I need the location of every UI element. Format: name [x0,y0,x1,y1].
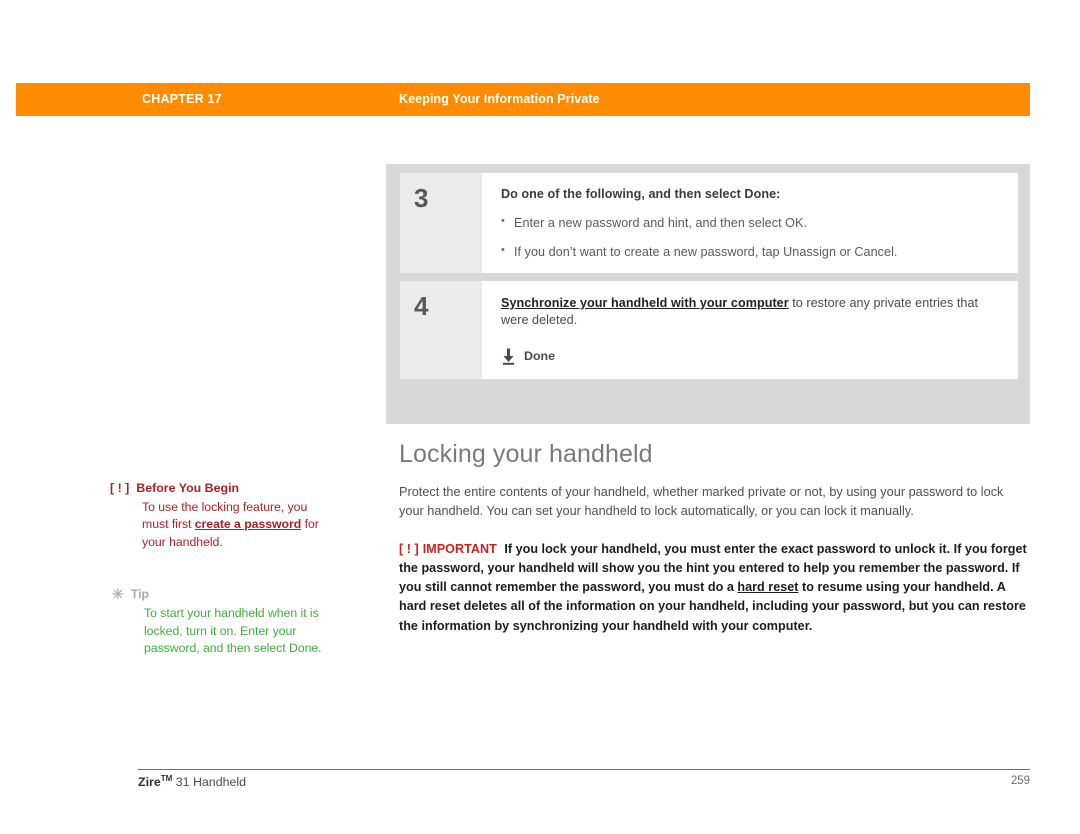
procedure-steps-panel: 3 Do one of the following, and then sele… [386,164,1030,424]
tip-note: ✳ Tip To start your handheld when it is … [112,586,327,658]
note-header: ✳ Tip [112,586,327,603]
done-marker: Done [501,348,1000,365]
step-number: 4 [400,281,482,379]
note-header: [ ! ] Before You Begin [110,480,325,497]
step-bullet-list: Enter a new password and hint, and then … [501,215,1000,259]
hard-reset-link[interactable]: hard reset [737,580,798,594]
intro-paragraph: Protect the entire contents of your hand… [399,485,1004,519]
step-row: 3 Do one of the following, and then sele… [400,173,1018,273]
step-paragraph: Synchronize your handheld with your comp… [501,295,1000,330]
important-tag-label: IMPORTANT [422,541,497,556]
warning-bracket-icon: [ ! ] [110,481,130,495]
step-content: Synchronize your handheld with your comp… [482,281,1018,379]
chapter-title: Keeping Your Information Private [399,92,600,106]
step-row: 4 Synchronize your handheld with your co… [400,281,1018,379]
sync-handheld-link[interactable]: Synchronize your handheld with your comp… [501,296,789,310]
note-title: Before You Begin [136,481,240,495]
note-body: To use the locking feature, you must fir… [110,499,325,552]
note-body: To start your handheld when it is locked… [144,605,322,656]
footer-divider [138,769,1030,770]
list-item: Enter a new password and hint, and then … [501,215,1000,230]
page-title: Locking your handheld [399,440,653,468]
important-marker-icon: [ ! ] [399,541,419,556]
chapter-header-bar: CHAPTER 17 Keeping Your Information Priv… [16,83,1030,116]
download-arrow-icon [501,348,516,365]
step-content: Do one of the following, and then select… [482,173,1018,273]
create-password-link[interactable]: create a password [195,517,302,531]
step-number: 3 [400,173,482,273]
before-you-begin-note: [ ! ] Before You Begin To use the lockin… [110,480,325,552]
note-title: Tip [130,587,150,601]
chapter-label: CHAPTER 17 [142,92,222,106]
main-content-column: Locking your handheld Protect the entire… [399,440,1029,636]
important-callout: [ ! ] IMPORTANT If you lock your handheld… [399,540,1029,636]
list-item: If you don’t want to create a new passwo… [501,244,1000,259]
page-number: 259 [1010,775,1030,787]
asterisk-icon: ✳ [112,586,124,602]
done-label: Done [524,349,555,364]
step-lead-text: Do one of the following, and then select… [501,187,781,201]
